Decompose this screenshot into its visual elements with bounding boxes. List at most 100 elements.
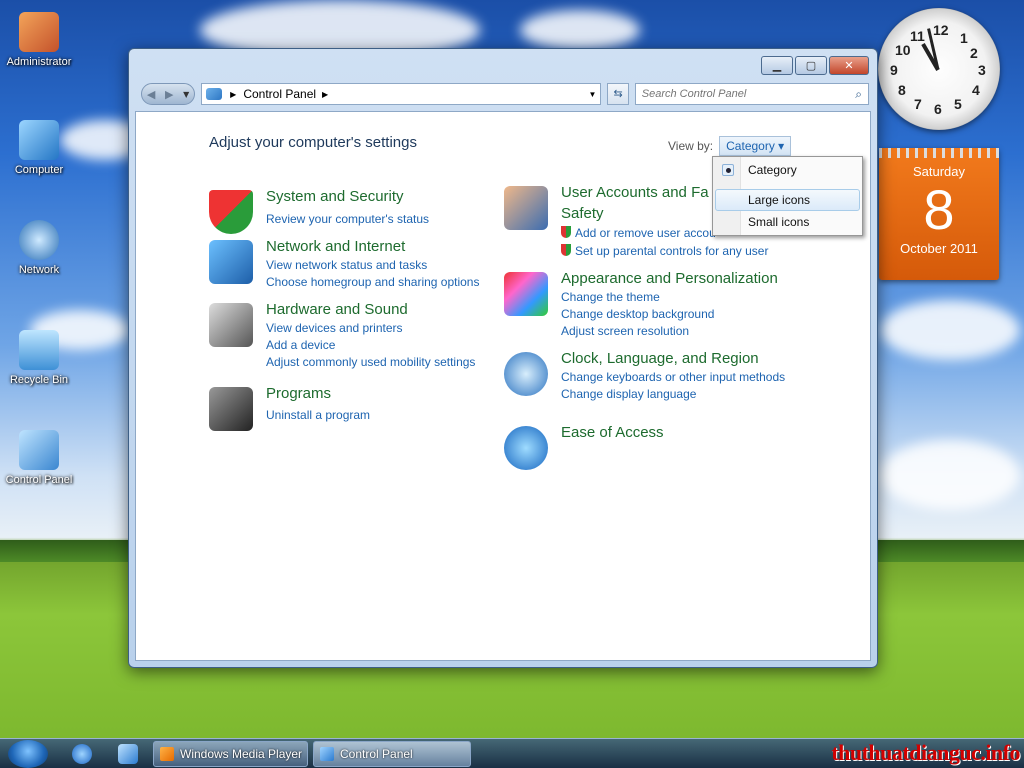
back-arrow-icon[interactable]: ◀ [147, 88, 155, 101]
calendar-date: 8 [923, 178, 955, 241]
category-title[interactable]: Clock, Language, and Region [561, 350, 759, 367]
clock-number: 5 [954, 96, 962, 112]
category-link[interactable]: Change display language [561, 387, 696, 401]
search-box[interactable]: ⌕ [634, 83, 869, 105]
desktop-icon-label: Control Panel [5, 474, 73, 486]
category-title-line2[interactable]: Safety [561, 205, 604, 222]
forward-arrow-icon[interactable]: ▶ [165, 88, 173, 101]
maximize-button[interactable]: ▢ [795, 56, 827, 75]
category-title[interactable]: User Accounts and Fa [561, 184, 709, 201]
window-controls: ▁ ▢ ✕ [761, 56, 869, 75]
ease-of-access-icon [504, 426, 548, 470]
category-link[interactable]: Adjust screen resolution [561, 324, 689, 338]
category-link[interactable]: Change desktop background [561, 307, 714, 321]
category-title[interactable]: Appearance and Personalization [561, 270, 778, 287]
desktop-icon-network[interactable]: Network [0, 220, 78, 276]
media-player-icon [160, 747, 174, 761]
category-title[interactable]: System and Security [266, 188, 404, 205]
network-globe-icon [19, 220, 59, 260]
clock-number: 10 [895, 42, 911, 58]
minimize-button[interactable]: ▁ [761, 56, 793, 75]
category-link[interactable]: Add or remove user accou [561, 226, 716, 240]
clock-number: 12 [933, 22, 949, 38]
desktop-icon-label: Recycle Bin [9, 374, 69, 386]
desktop-icon-recycle-bin[interactable]: Recycle Bin [0, 330, 78, 386]
category-title[interactable]: Hardware and Sound [266, 301, 408, 318]
category-link[interactable]: Add a device [266, 338, 335, 352]
clock-number: 1 [960, 30, 968, 46]
clock-number: 11 [910, 28, 925, 44]
calendar-gadget[interactable]: Saturday 8 October 2011 [879, 148, 999, 280]
menu-item-category[interactable]: Category [715, 159, 860, 181]
category-link[interactable]: Choose homegroup and sharing options [266, 275, 479, 289]
view-by-menu: Category Large icons Small icons [712, 156, 863, 236]
category-title[interactable]: Ease of Access [561, 424, 664, 441]
desktop-icon-label: Computer [14, 164, 64, 176]
close-button[interactable]: ✕ [829, 56, 869, 75]
category-link[interactable]: Set up parental controls for any user [561, 244, 768, 258]
menu-item-large-icons[interactable]: Large icons [715, 189, 860, 211]
calendar-month: October 2011 [900, 241, 978, 256]
desktop-icon-administrator[interactable]: Administrator [0, 12, 78, 68]
desktop-icon-label: Network [18, 264, 60, 276]
calendar-rings [879, 148, 999, 158]
view-by-dropdown[interactable]: Category ▾ [719, 136, 792, 156]
computer-icon [19, 120, 59, 160]
address-bar[interactable]: ▶ Control Panel ▶ ▼ [201, 83, 602, 105]
taskbar-control-panel[interactable]: Control Panel [313, 741, 471, 767]
search-input[interactable] [641, 88, 856, 100]
recent-pages-icon[interactable]: ▼ [183, 90, 189, 99]
recycle-bin-icon [19, 330, 59, 370]
page-title: Adjust your computer's settings [209, 134, 417, 151]
clock-number: 7 [914, 96, 922, 112]
clock-number: 4 [972, 82, 980, 98]
category-link[interactable]: View devices and printers [266, 321, 403, 335]
programs-disc-icon [209, 387, 253, 431]
category-title[interactable]: Programs [266, 385, 331, 402]
shield-icon [209, 190, 253, 234]
clock-number: 9 [890, 62, 898, 78]
search-icon[interactable]: ⌕ [855, 87, 862, 102]
appearance-monitor-icon [504, 272, 548, 316]
clock-globe-icon [504, 352, 548, 396]
breadcrumb-control-panel[interactable]: Control Panel [243, 87, 316, 101]
printer-icon [209, 303, 253, 347]
radio-selected-icon [722, 164, 734, 176]
category-link[interactable]: Change the theme [561, 290, 660, 304]
clock-gadget[interactable]: 12 1 2 3 4 5 6 7 8 9 10 11 [878, 8, 1000, 130]
user-icon [19, 12, 59, 52]
control-panel-window: ▁ ▢ ✕ ◀ ▶ ▼ ▶ Control Panel ▶ ▼ ⇆ ⌕ Adju… [128, 48, 878, 668]
internet-explorer-icon[interactable] [72, 744, 92, 764]
users-icon [504, 186, 548, 230]
refresh-button[interactable]: ⇆ [607, 83, 629, 105]
clock-number: 3 [978, 62, 986, 78]
calendar-day: Saturday [912, 164, 966, 179]
network-icon [209, 240, 253, 284]
taskbar: Windows Media Player Control Panel thuth… [0, 738, 1024, 768]
menu-item-small-icons[interactable]: Small icons [715, 211, 860, 233]
category-link[interactable]: Review your computer's status [266, 212, 429, 226]
clock-number: 6 [934, 101, 942, 117]
start-button[interactable] [8, 740, 48, 768]
address-dropdown-icon[interactable]: ▼ [589, 90, 597, 99]
breadcrumb-arrow-icon[interactable]: ▶ [230, 90, 236, 99]
breadcrumb-arrow-icon[interactable]: ▶ [322, 90, 328, 99]
desktop-icon-computer[interactable]: Computer [0, 120, 78, 176]
back-forward-buttons: ◀ ▶ ▼ [141, 83, 196, 105]
category-link[interactable]: Uninstall a program [266, 408, 370, 422]
category-link[interactable]: Change keyboards or other input methods [561, 370, 785, 384]
show-desktop-icon[interactable] [118, 744, 138, 764]
navigation-bar: ◀ ▶ ▼ ▶ Control Panel ▶ ▼ ⇆ ⌕ [141, 82, 869, 106]
clock-number: 2 [970, 45, 978, 61]
category-title[interactable]: Network and Internet [266, 238, 405, 255]
desktop-icon-label: Administrator [6, 56, 72, 68]
category-link[interactable]: Adjust commonly used mobility settings [266, 355, 475, 369]
view-by-label: View by: [668, 139, 714, 153]
taskbar-windows-media-player[interactable]: Windows Media Player [153, 741, 308, 767]
clock-number: 8 [898, 82, 906, 98]
category-link[interactable]: View network status and tasks [266, 258, 427, 272]
watermark: thuthuatdianguc.info [831, 740, 1020, 765]
desktop-icon-control-panel[interactable]: Control Panel [0, 430, 78, 486]
control-panel-small-icon [206, 88, 223, 100]
control-panel-icon [19, 430, 59, 470]
